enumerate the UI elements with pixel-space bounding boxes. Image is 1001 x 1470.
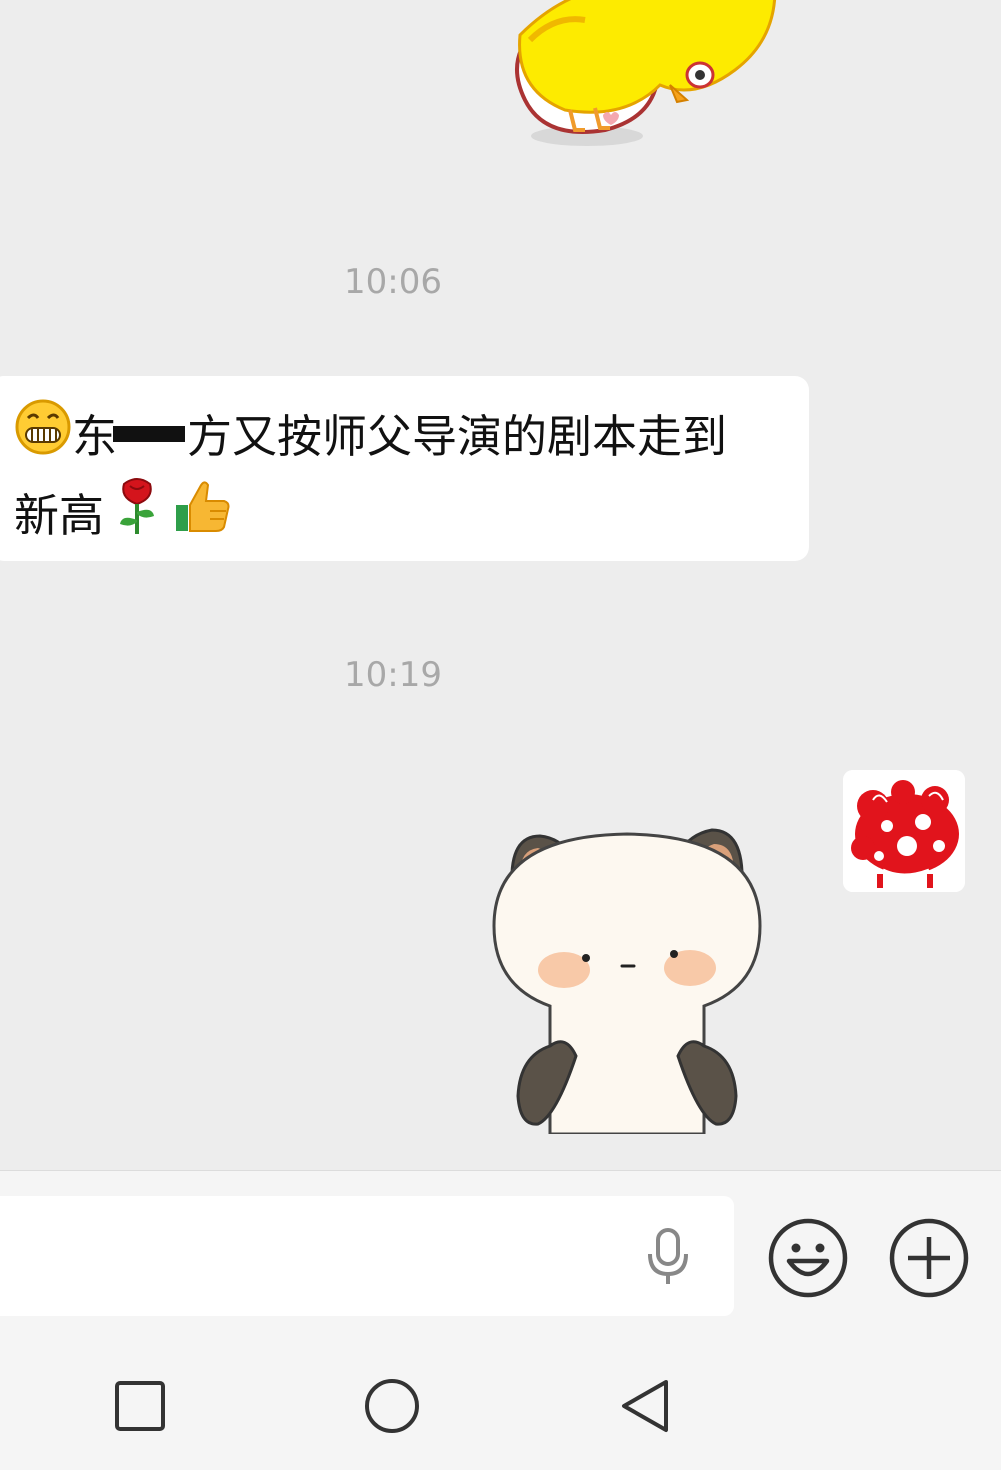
plus-icon[interactable]	[888, 1217, 970, 1299]
timestamp: 10:19	[344, 655, 442, 695]
yellow-duck-sticker[interactable]	[495, 0, 785, 155]
timestamp: 10:06	[344, 262, 442, 302]
thumbs-up-emoji	[174, 477, 232, 555]
redaction-bar	[113, 426, 186, 442]
message-input[interactable]	[0, 1196, 734, 1316]
emoji-face-icon[interactable]	[767, 1217, 849, 1299]
message-text-line2: 新高	[14, 489, 105, 542]
message-line-2: 新高	[14, 476, 783, 556]
red-papercut-avatar[interactable]	[843, 770, 965, 892]
home-icon[interactable]	[362, 1376, 422, 1436]
microphone-icon[interactable]	[642, 1226, 694, 1288]
back-icon[interactable]	[616, 1376, 676, 1436]
system-nav-bar	[0, 1318, 1001, 1470]
panda-sticker[interactable]	[490, 826, 765, 1136]
input-bar	[0, 1170, 1001, 1318]
message-line-1: 东 方又按师父导演的剧本走到	[14, 398, 783, 476]
message-text: 方又按师父导演的剧本走到	[187, 410, 728, 463]
message-text-prefix: 东	[72, 410, 118, 463]
message-bubble[interactable]: 东 方又按师父导演的剧本走到 新高	[0, 376, 809, 561]
grin-emoji	[14, 398, 72, 476]
chat-message-list[interactable]: 10:06 东 方又按师父导演的剧本走到 新高 10:19	[0, 0, 1001, 1170]
rose-emoji	[114, 476, 160, 556]
recent-apps-icon[interactable]	[110, 1376, 170, 1436]
chat-screen: 10:06 东 方又按师父导演的剧本走到 新高 10:19	[0, 0, 1001, 1470]
